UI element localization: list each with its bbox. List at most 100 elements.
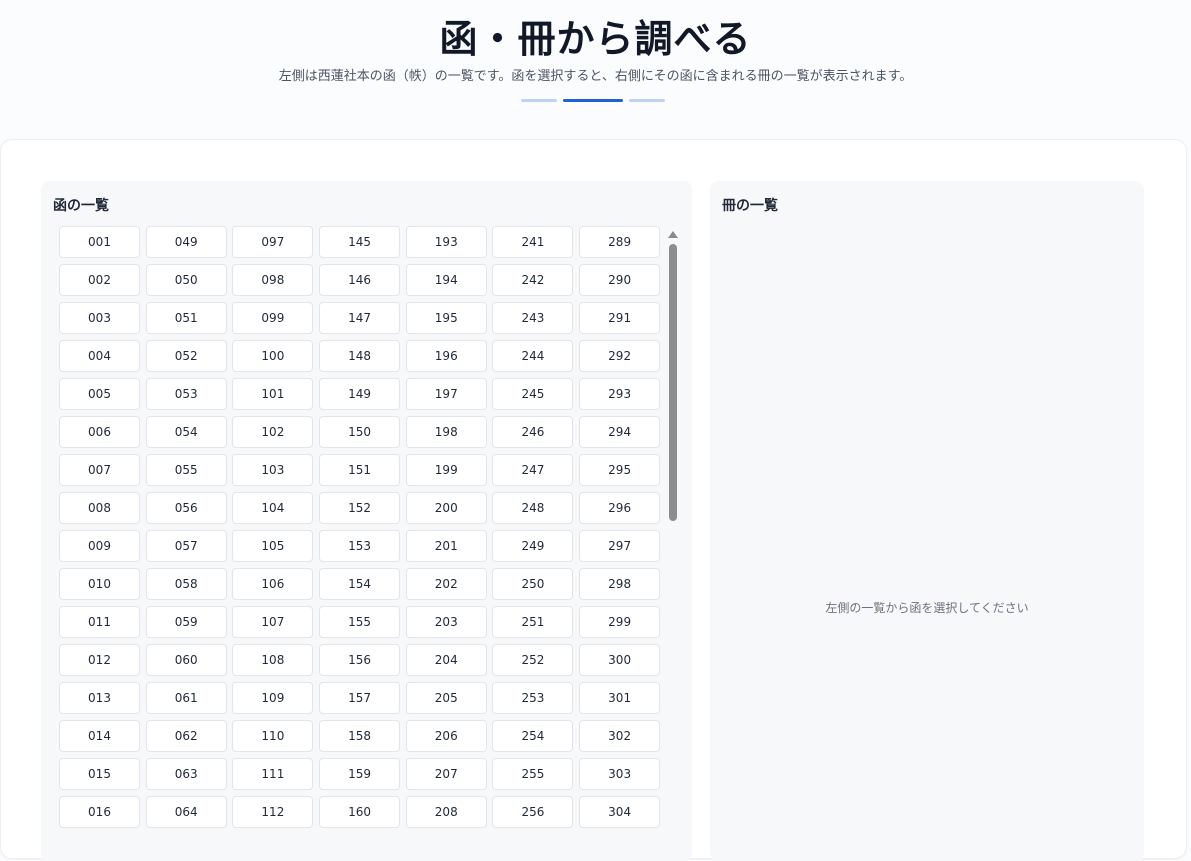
- box-button[interactable]: 097: [232, 226, 314, 258]
- box-button[interactable]: 155: [319, 606, 401, 638]
- box-button[interactable]: 193: [405, 226, 487, 258]
- box-button[interactable]: 052: [145, 340, 227, 372]
- box-button[interactable]: 145: [319, 226, 401, 258]
- box-button[interactable]: 059: [145, 606, 227, 638]
- box-button[interactable]: 159: [319, 758, 401, 790]
- box-button[interactable]: 062: [145, 720, 227, 752]
- box-button[interactable]: 154: [319, 568, 401, 600]
- box-button[interactable]: 158: [319, 720, 401, 752]
- box-button[interactable]: 098: [232, 264, 314, 296]
- box-button[interactable]: 207: [405, 758, 487, 790]
- box-button[interactable]: 049: [145, 226, 227, 258]
- box-button[interactable]: 203: [405, 606, 487, 638]
- box-button[interactable]: 242: [492, 264, 574, 296]
- box-button[interactable]: 253: [492, 682, 574, 714]
- box-button[interactable]: 111: [232, 758, 314, 790]
- box-button[interactable]: 205: [405, 682, 487, 714]
- box-button[interactable]: 055: [145, 454, 227, 486]
- box-button[interactable]: 244: [492, 340, 574, 372]
- box-button[interactable]: 195: [405, 302, 487, 334]
- box-button[interactable]: 054: [145, 416, 227, 448]
- box-button[interactable]: 112: [232, 796, 314, 828]
- box-button[interactable]: 105: [232, 530, 314, 562]
- box-button[interactable]: 149: [319, 378, 401, 410]
- box-button[interactable]: 200: [405, 492, 487, 524]
- box-button[interactable]: 298: [579, 568, 661, 600]
- box-button[interactable]: 197: [405, 378, 487, 410]
- box-button[interactable]: 294: [579, 416, 661, 448]
- box-button[interactable]: 201: [405, 530, 487, 562]
- box-button[interactable]: 292: [579, 340, 661, 372]
- box-button[interactable]: 101: [232, 378, 314, 410]
- box-button[interactable]: 204: [405, 644, 487, 676]
- box-button[interactable]: 245: [492, 378, 574, 410]
- box-button[interactable]: 107: [232, 606, 314, 638]
- box-button[interactable]: 103: [232, 454, 314, 486]
- box-button[interactable]: 108: [232, 644, 314, 676]
- box-button[interactable]: 064: [145, 796, 227, 828]
- box-button[interactable]: 290: [579, 264, 661, 296]
- box-button[interactable]: 058: [145, 568, 227, 600]
- box-button[interactable]: 206: [405, 720, 487, 752]
- box-button[interactable]: 015: [59, 758, 140, 790]
- box-button[interactable]: 063: [145, 758, 227, 790]
- box-button[interactable]: 247: [492, 454, 574, 486]
- box-button[interactable]: 106: [232, 568, 314, 600]
- box-button[interactable]: 297: [579, 530, 661, 562]
- box-button[interactable]: 304: [579, 796, 661, 828]
- box-button[interactable]: 013: [59, 682, 140, 714]
- box-button[interactable]: 208: [405, 796, 487, 828]
- box-button[interactable]: 196: [405, 340, 487, 372]
- box-button[interactable]: 248: [492, 492, 574, 524]
- box-button[interactable]: 302: [579, 720, 661, 752]
- box-button[interactable]: 012: [59, 644, 140, 676]
- box-button[interactable]: 148: [319, 340, 401, 372]
- box-button[interactable]: 251: [492, 606, 574, 638]
- box-button[interactable]: 296: [579, 492, 661, 524]
- box-button[interactable]: 109: [232, 682, 314, 714]
- box-button[interactable]: 146: [319, 264, 401, 296]
- box-button[interactable]: 202: [405, 568, 487, 600]
- box-button[interactable]: 156: [319, 644, 401, 676]
- box-button[interactable]: 110: [232, 720, 314, 752]
- box-button[interactable]: 256: [492, 796, 574, 828]
- box-button[interactable]: 056: [145, 492, 227, 524]
- box-button[interactable]: 250: [492, 568, 574, 600]
- box-button[interactable]: 160: [319, 796, 401, 828]
- box-button[interactable]: 001: [59, 226, 140, 258]
- box-button[interactable]: 147: [319, 302, 401, 334]
- box-button[interactable]: 295: [579, 454, 661, 486]
- box-button[interactable]: 289: [579, 226, 661, 258]
- box-button[interactable]: 104: [232, 492, 314, 524]
- box-button[interactable]: 299: [579, 606, 661, 638]
- box-button[interactable]: 150: [319, 416, 401, 448]
- box-button[interactable]: 157: [319, 682, 401, 714]
- box-button[interactable]: 100: [232, 340, 314, 372]
- box-button[interactable]: 255: [492, 758, 574, 790]
- box-button[interactable]: 050: [145, 264, 227, 296]
- box-button[interactable]: 293: [579, 378, 661, 410]
- box-button[interactable]: 051: [145, 302, 227, 334]
- box-button[interactable]: 303: [579, 758, 661, 790]
- box-button[interactable]: 301: [579, 682, 661, 714]
- box-button[interactable]: 194: [405, 264, 487, 296]
- scrollbar-thumb[interactable]: [669, 244, 677, 521]
- box-button[interactable]: 010: [59, 568, 140, 600]
- box-button[interactable]: 252: [492, 644, 574, 676]
- box-button[interactable]: 057: [145, 530, 227, 562]
- box-button[interactable]: 060: [145, 644, 227, 676]
- scroll-up-arrow-icon[interactable]: [668, 231, 678, 238]
- box-button[interactable]: 198: [405, 416, 487, 448]
- box-button[interactable]: 152: [319, 492, 401, 524]
- box-button[interactable]: 061: [145, 682, 227, 714]
- box-button[interactable]: 102: [232, 416, 314, 448]
- box-button[interactable]: 153: [319, 530, 401, 562]
- box-button[interactable]: 243: [492, 302, 574, 334]
- box-button[interactable]: 002: [59, 264, 140, 296]
- box-button[interactable]: 241: [492, 226, 574, 258]
- box-button[interactable]: 053: [145, 378, 227, 410]
- box-button[interactable]: 151: [319, 454, 401, 486]
- box-button[interactable]: 005: [59, 378, 140, 410]
- box-button[interactable]: 004: [59, 340, 140, 372]
- box-button[interactable]: 008: [59, 492, 140, 524]
